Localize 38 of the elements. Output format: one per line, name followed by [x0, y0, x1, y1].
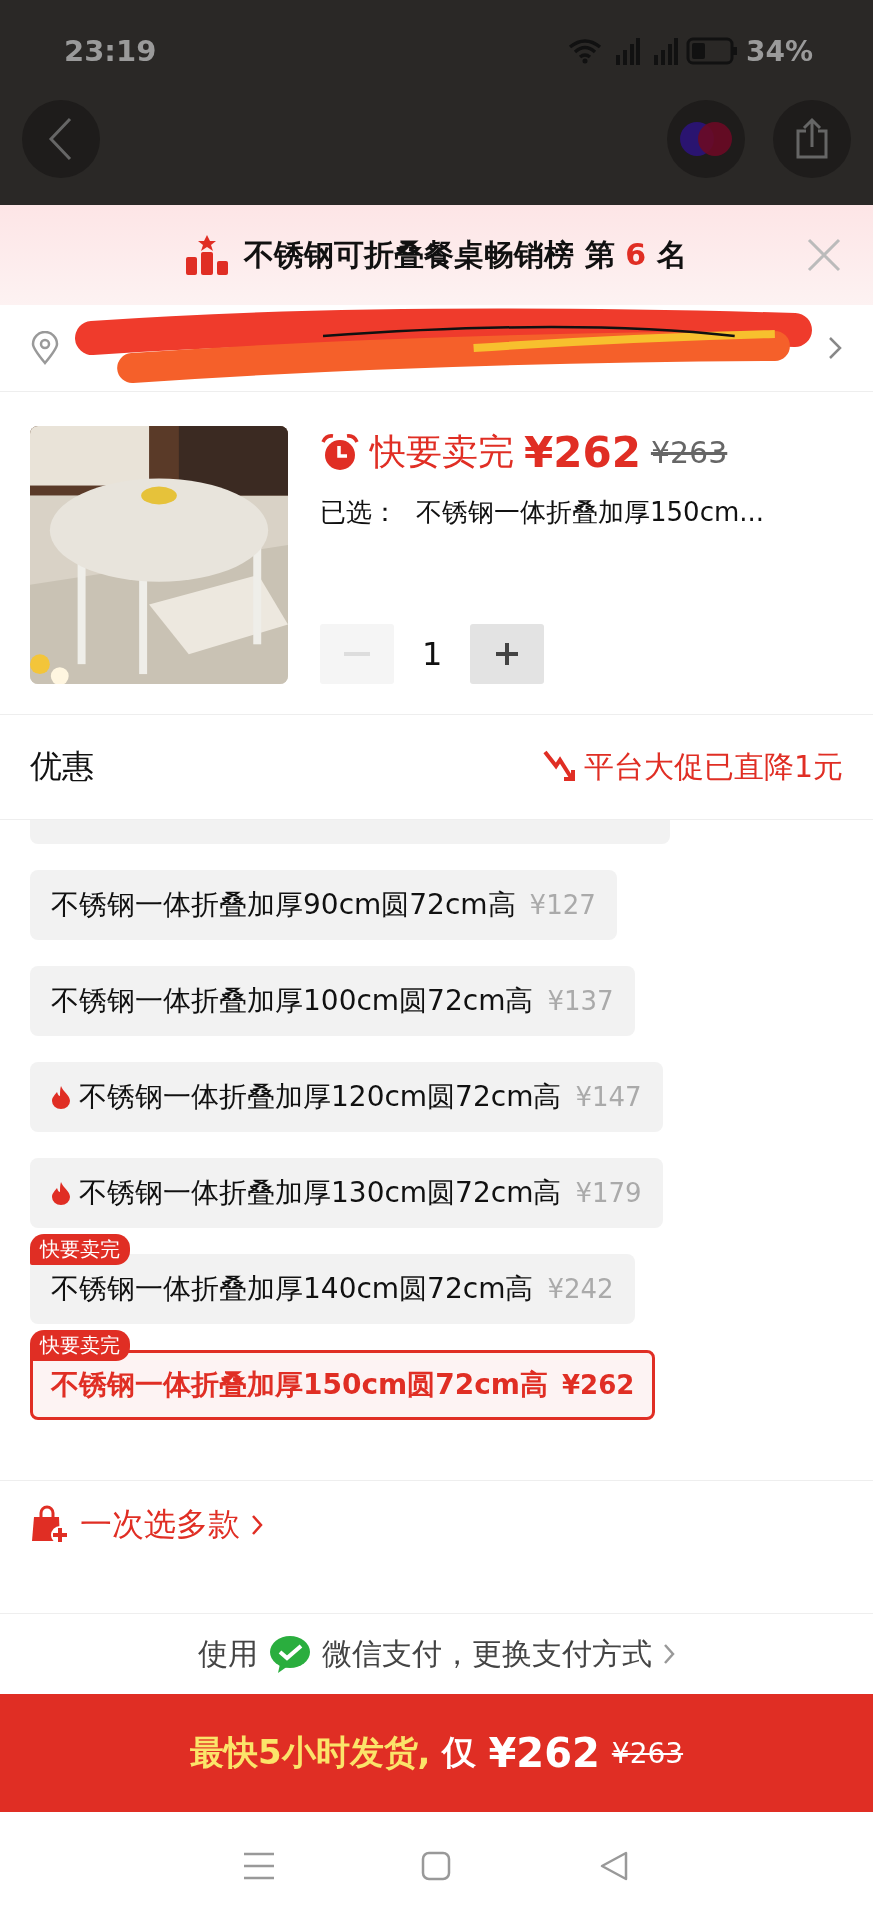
discount-label: 优惠	[30, 746, 94, 787]
stock-warning: 快要卖完	[370, 430, 514, 474]
chevron-right-icon	[827, 335, 843, 361]
wifi-icon	[567, 38, 602, 64]
ranking-icon	[186, 235, 229, 275]
option-chip[interactable]: 不锈钢一体折叠加厚130cm圆72cm高 ¥179	[30, 1158, 663, 1228]
status-time: 23:19	[64, 34, 157, 68]
payment-method-row[interactable]: 使用 微信支付，更换支付方式	[0, 1614, 873, 1694]
battery-icon	[685, 37, 738, 65]
price: ¥262	[524, 428, 641, 477]
payment-text: 微信支付，更换支付方式	[321, 1634, 652, 1673]
quantity-value: 1	[422, 635, 443, 673]
location-icon	[30, 331, 60, 365]
selected-label: 已选：	[320, 496, 398, 529]
payment-prefix: 使用	[197, 1634, 258, 1673]
back-icon[interactable]	[599, 1851, 630, 1881]
plus-icon	[494, 641, 521, 667]
home-icon[interactable]	[421, 1851, 452, 1881]
menu-icon[interactable]	[243, 1852, 274, 1880]
multi-select-link[interactable]: 一次选多款	[0, 1480, 873, 1569]
option-chip[interactable]: 不锈钢一体折叠加厚100cm圆72cm高 ¥137	[30, 966, 635, 1036]
buy-button[interactable]: 最快5小时发货, 仅 ¥262 ¥263	[0, 1694, 873, 1812]
chat-bubble-icon	[267, 1634, 312, 1674]
stock-badge: 快要卖完	[30, 1330, 130, 1361]
discount-note: 平台大促已直降1元	[583, 747, 843, 786]
alarm-clock-icon	[320, 432, 360, 473]
bag-plus-icon	[30, 1505, 70, 1545]
stock-badge: 快要卖完	[30, 1234, 130, 1265]
chevron-right-icon	[661, 1642, 676, 1666]
ranking-title: 不锈钢可折叠餐桌畅销榜 第 6 名	[244, 235, 687, 274]
selected-variant: 不锈钢一体折叠加厚150cm...	[416, 496, 765, 529]
chevron-right-icon	[250, 1513, 264, 1537]
battery-level: 34%	[745, 34, 813, 68]
option-chip[interactable]: 不锈钢一体折叠加厚90cm圆72cm高 ¥127	[30, 870, 617, 940]
increase-button[interactable]	[470, 624, 545, 684]
original-price: ¥263	[650, 435, 728, 470]
close-button[interactable]	[807, 238, 841, 272]
option-chip[interactable]: 不锈钢一体折叠加厚120cm圆72cm高 ¥147	[30, 1062, 663, 1132]
